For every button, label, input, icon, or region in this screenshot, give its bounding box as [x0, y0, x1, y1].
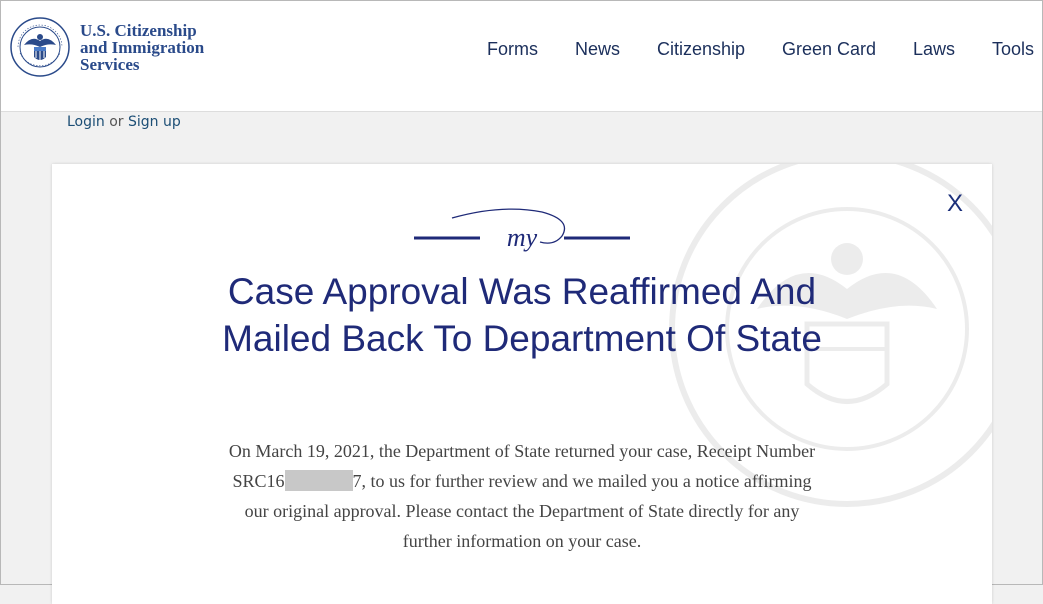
- brand-line-3: Services: [80, 55, 140, 74]
- redacted-receipt-digits: [284, 470, 353, 491]
- signup-link[interactable]: Sign up: [128, 114, 181, 130]
- site-brand[interactable]: U.S. Citizenship and Immigration Service…: [80, 22, 204, 73]
- close-button[interactable]: X: [947, 190, 963, 218]
- dhs-seal-icon[interactable]: [10, 17, 70, 77]
- case-status-description: On March 19, 2021, the Department of Sta…: [222, 436, 822, 556]
- nav-item-forms[interactable]: Forms: [487, 39, 538, 60]
- my-logo-text: my: [507, 223, 538, 252]
- site-header: U.S. Citizenship and Immigration Service…: [1, 1, 1042, 112]
- case-status-title: Case Approval Was Reaffirmed And Mailed …: [222, 271, 822, 359]
- nav-item-green-card[interactable]: Green Card: [782, 39, 876, 60]
- nav-item-tools[interactable]: Tools: [992, 39, 1034, 60]
- brand-line-1: U.S. Citizenship: [80, 21, 197, 40]
- my-uscis-logo-icon: my: [414, 208, 630, 252]
- login-link[interactable]: Login: [67, 114, 105, 130]
- auth-links: Login or Sign up: [67, 114, 181, 130]
- nav-item-news[interactable]: News: [575, 39, 620, 60]
- auth-separator: or: [109, 114, 124, 130]
- nav-item-citizenship[interactable]: Citizenship: [657, 39, 745, 60]
- case-status-modal: X my Case Approval Was Reaffirmed And Ma…: [52, 164, 992, 604]
- nav-item-laws[interactable]: Laws: [913, 39, 955, 60]
- brand-line-2: and Immigration: [80, 38, 205, 57]
